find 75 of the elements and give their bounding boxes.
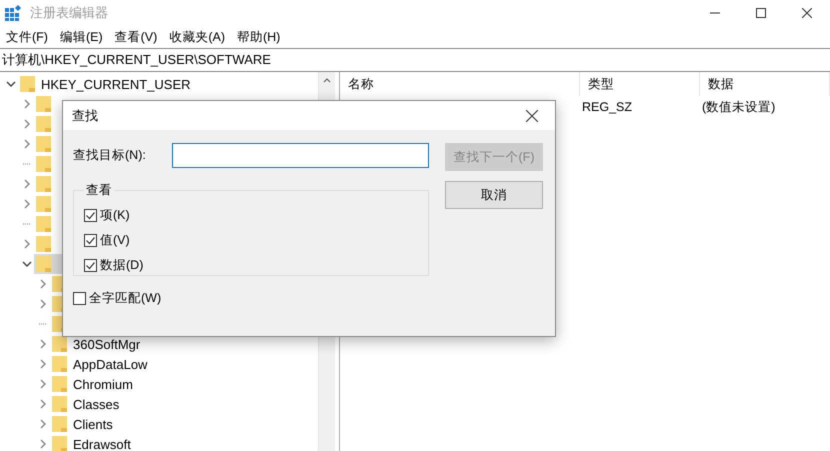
expand-chevron-icon[interactable] [22,99,32,109]
folder-icon [52,335,68,353]
menu-item[interactable]: 查看(V) [112,27,164,47]
window-title: 注册表编辑器 [30,4,109,22]
tree-item-label: Edrawsoft [73,436,131,451]
tree-item[interactable]: Chromium [50,374,136,394]
expand-chevron-icon[interactable] [38,399,48,409]
tree-item-label: Clients [73,416,113,432]
tree-item-label: HKEY_CURRENT_USER [41,76,191,92]
table-cell-text: REG_SZ [581,100,634,114]
tree-item[interactable]: Edrawsoft [50,434,134,451]
folder-icon [36,175,52,193]
folder-icon [52,435,68,451]
checkbox[interactable] [73,292,86,305]
folder-icon [52,415,68,433]
menu-item[interactable]: 编辑(E) [58,27,109,47]
group-title: 查看 [85,182,113,199]
checkbox[interactable] [84,234,97,247]
tree-item[interactable]: HKEY_CURRENT_USER [18,74,194,94]
expand-chevron-icon[interactable] [22,239,32,249]
expand-chevron-icon[interactable] [38,379,48,389]
folder-icon [20,75,36,93]
expand-chevron-icon[interactable] [22,139,32,149]
folder-icon [36,215,52,233]
folder-icon [52,355,68,373]
menu-item[interactable]: 帮助(H) [234,27,286,47]
tree-item-label: Chromium [73,376,133,392]
expand-chevron-icon[interactable] [38,439,48,449]
expand-chevron-icon[interactable] [22,119,32,129]
expand-chevron-icon[interactable] [38,419,48,429]
column-header[interactable]: 数据 [700,72,830,96]
folder-icon [36,155,52,173]
tree-item-label: AppDataLow [73,356,148,372]
folder-icon [36,255,52,273]
checkbox-label[interactable]: 项(K) [100,207,130,224]
expand-chevron-icon[interactable] [38,299,48,309]
expand-chevron-icon[interactable] [38,359,48,369]
menu-item[interactable]: 收藏夹(A) [167,27,231,47]
column-header[interactable]: 类型 [580,72,700,96]
expand-chevron-icon[interactable] [38,279,48,289]
folder-icon [36,195,52,213]
checkbox[interactable] [84,259,97,272]
expand-chevron-icon[interactable] [22,199,32,209]
tree-item[interactable]: Clients [50,414,116,434]
folder-icon [52,395,68,413]
folder-icon [36,235,52,253]
close-icon [526,110,538,122]
address-bar[interactable]: 计算机\HKEY_CURRENT_USER\SOFTWARE [2,51,271,69]
checkbox-label[interactable]: 值(V) [100,232,130,249]
collapse-chevron-icon[interactable] [22,259,32,269]
expand-chevron-icon[interactable] [22,179,32,189]
folder-icon [52,375,68,393]
cancel-button[interactable]: 取消 [445,181,543,209]
tree-item[interactable]: Classes [50,394,122,414]
tree-item-label: Classes [73,396,120,412]
column-header[interactable]: 名称 [340,72,580,96]
folder-icon [36,135,52,153]
maximize-icon [756,8,766,18]
tree-item[interactable]: AppDataLow [50,354,150,374]
expand-chevron-icon[interactable] [38,339,48,349]
checkbox-label[interactable]: 数据(D) [100,257,144,274]
tree-item-label: 360SoftMgr [73,336,140,352]
find-what-field[interactable] [172,143,429,168]
close-icon [802,8,812,18]
tree-item[interactable]: 360SoftMgr [50,334,144,354]
table-cell-text: (数值未设置) [701,98,776,116]
folder-icon [36,115,52,133]
checkbox[interactable] [84,209,97,222]
dialog-title: 查找 [72,106,99,124]
collapse-chevron-icon[interactable] [6,79,16,89]
checkbox-label[interactable]: 全字匹配(W) [89,290,162,307]
folder-icon [36,95,52,113]
field-label: 查找目标(N): [73,147,146,164]
menu-item[interactable]: 文件(F) [4,27,54,47]
registry-icon [4,4,22,22]
